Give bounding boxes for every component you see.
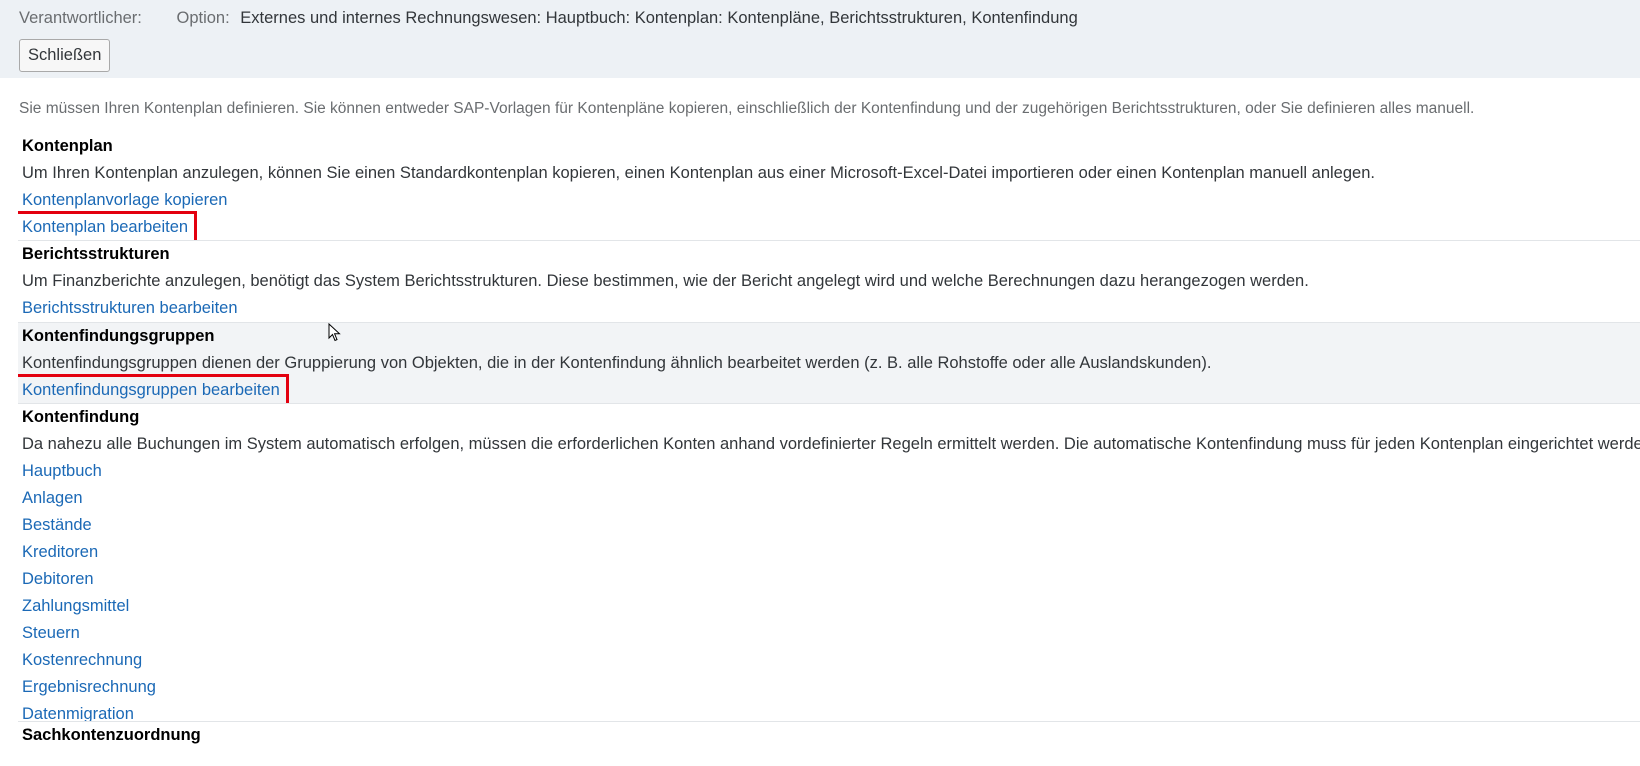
header-info: Verantwortlicher: Option: Externes und i… [19,9,1078,28]
link-bestaende[interactable]: Bestände [22,512,1640,539]
link-label: Kostenrechnung [22,651,143,669]
section-title: Berichtsstrukturen [22,245,170,263]
link-kostenrechnung[interactable]: Kostenrechnung [22,647,1640,674]
link-label: Zahlungsmittel [22,597,130,615]
link-kontenfindungsgruppen-bearbeiten[interactable]: Kontenfindungsgruppen bearbeiten [18,374,1640,404]
link-label: Berichtsstrukturen bearbeiten [22,299,238,317]
link-berichtsstrukturen-bearbeiten[interactable]: Berichtsstrukturen bearbeiten [22,295,1640,322]
section-description: Kontenfindungsgruppen dienen der Gruppie… [22,354,1212,372]
option-value: Externes und internes Rechnungswesen: Ha… [240,9,1078,27]
responsible-label: Verantwortlicher: [19,9,142,27]
link-debitoren[interactable]: Debitoren [22,566,1640,593]
link-kreditoren[interactable]: Kreditoren [22,539,1640,566]
section-kontenplan: Kontenplan Um Ihren Kontenplan anzulegen… [18,133,1640,241]
link-label-highlighted: Kontenplan bearbeiten [18,211,198,241]
section-kontenfindungsgruppen: Kontenfindungsgruppen Kontenfindungsgrup… [18,322,1640,404]
link-steuern[interactable]: Steuern [22,620,1640,647]
link-ergebnisrechnung[interactable]: Ergebnisrechnung [22,674,1640,701]
section-description: Um Ihren Kontenplan anzulegen, können Si… [22,164,1375,182]
link-label: Anlagen [22,489,83,507]
link-label: Debitoren [22,570,94,588]
close-button[interactable]: Schließen [19,39,111,72]
link-zahlungsmittel[interactable]: Zahlungsmittel [22,593,1640,620]
link-label: Bestände [22,516,92,534]
option-label: Option: [176,9,230,27]
link-label: Hauptbuch [22,462,102,480]
section-description: Um Finanzberichte anzulegen, benötigt da… [22,272,1309,290]
section-description: Da nahezu alle Buchungen im System autom… [22,435,1640,453]
link-kontenplan-bearbeiten[interactable]: Kontenplan bearbeiten [18,211,1640,241]
link-label-highlighted: Kontenfindungsgruppen bearbeiten [18,374,289,404]
link-label: Kreditoren [22,543,99,561]
link-label: Steuern [22,624,80,642]
section-title: Kontenfindungsgruppen [22,327,215,345]
section-kontenfindung: Kontenfindung Da nahezu alle Buchungen i… [18,403,1640,721]
header-bar: Verantwortlicher: Option: Externes und i… [0,0,1640,78]
link-hauptbuch[interactable]: Hauptbuch [22,458,1640,485]
section-title: Kontenfindung [22,408,140,426]
link-label: Datenmigration [22,705,134,721]
mouse-cursor-icon [328,323,341,342]
intro-text: Sie müssen Ihren Kontenplan definieren. … [19,100,1475,117]
section-sachkontenzuordnung: Sachkontenzuordnung [18,721,1640,766]
link-kontenplanvorlage-kopieren[interactable]: Kontenplanvorlage kopieren [22,187,1640,214]
section-berichtsstrukturen: Berichtsstrukturen Um Finanzberichte anz… [18,240,1640,322]
section-title: Sachkontenzuordnung [22,726,201,744]
link-label: Kontenplanvorlage kopieren [22,191,228,209]
link-label: Ergebnisrechnung [22,678,156,696]
link-datenmigration[interactable]: Datenmigration [22,701,1640,721]
page: Verantwortlicher: Option: Externes und i… [0,0,1640,766]
link-anlagen[interactable]: Anlagen [22,485,1640,512]
section-title: Kontenplan [22,137,113,155]
